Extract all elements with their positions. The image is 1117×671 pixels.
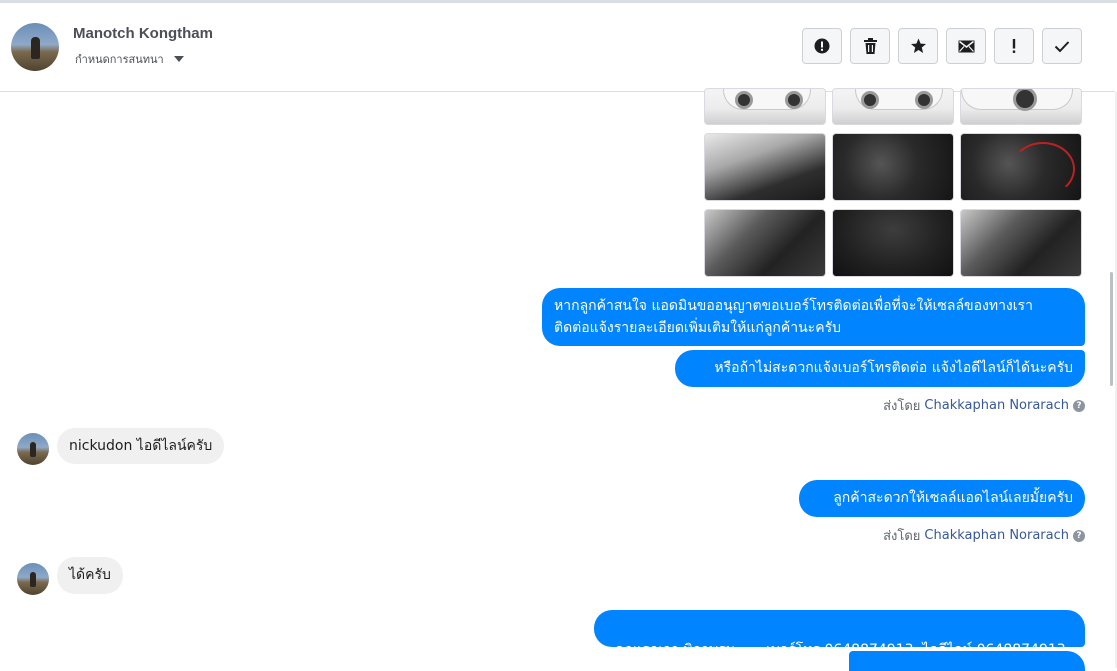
car-photo-thumbnail[interactable] [960,88,1082,125]
car-photo-thumbnail[interactable] [704,209,826,277]
incoming-message-bubble[interactable]: ได้ครับ [57,557,123,594]
car-photo-thumbnail[interactable] [832,133,954,201]
outgoing-message-bubble[interactable]: หากลูกค้าสนใจ แอดมินขออนุญาตขอเบอร์โทรติ… [542,288,1085,346]
spam-button[interactable] [802,28,842,64]
exclamation-icon [1012,39,1016,53]
sent-by-prefix: ส่งโดย [883,529,921,544]
message-text: ลูกค้าสะดวกให้เซลล์แอดไลน์เลยมั้ยครับ [833,490,1073,506]
message-text: ได้ครับ [69,567,111,583]
sent-by-agent-link[interactable]: Chakkaphan Norarach [924,398,1069,413]
contact-name[interactable]: Manotch Kongtham [73,25,213,42]
incoming-message-bubble[interactable]: nickudon ไอดีไลน์ครับ [57,428,225,464]
message-text: หรือถ้าไม่สะดวกแจ้งเบอร์โทรติดต่อ แจ้งไอ… [714,360,1073,376]
contact-avatar-small[interactable] [17,563,49,595]
trash-icon [863,38,877,54]
car-photo-thumbnail[interactable] [960,209,1082,277]
help-icon[interactable]: ? [1073,529,1085,542]
outgoing-message-bubble[interactable]: คุณเรณุกา พิลาพรม เบอร์โทร 0648874913 ไอ… [594,610,1085,658]
outgoing-message-bubble[interactable]: ลูกค้าสะดวกให้เซลล์แอดไลน์เลยมั้ยครับ [799,480,1085,517]
message-line: หากลูกค้าสนใจ แอดมินขออนุญาตขอเบอร์โทรติ… [554,298,1033,314]
outgoing-message-bubble[interactable]: หรือถ้าไม่สะดวกแจ้งเบอร์โทรติดต่อ แจ้งไอ… [675,350,1085,387]
car-photo-thumbnail[interactable] [832,88,954,125]
checkmark-icon [1054,40,1070,52]
car-photo-thumbnail[interactable] [832,209,954,277]
assign-conversation-label: กำหนดการสนทนา [75,53,164,66]
sent-by-prefix: ส่งโดย [883,399,921,414]
car-photo-thumbnail[interactable] [960,133,1082,201]
delete-button[interactable] [850,28,890,64]
scrollbar-thumb[interactable] [1110,272,1113,386]
message-line: ติดต่อแจ้งรายละเอียดเพิ่มเติมให้แก่ลูกค้… [554,320,841,336]
contact-avatar[interactable] [11,23,59,71]
alert-circle-icon [814,38,830,54]
conversation-header: Manotch Kongtham กำหนดการสนทนา [0,3,1115,92]
caret-down-icon [173,56,184,62]
car-photo-thumbnail[interactable] [704,133,826,201]
sent-by-label: ส่งโดย Chakkaphan Norarach ? [883,395,1085,416]
sent-by-label: ส่งโดย Chakkaphan Norarach ? [883,525,1085,546]
star-icon [910,38,926,53]
mark-done-button[interactable] [1042,28,1082,64]
contact-avatar-small[interactable] [17,433,49,465]
help-icon[interactable]: ? [1073,399,1085,412]
follow-up-button[interactable] [898,28,938,64]
mark-unread-button[interactable] [946,28,986,64]
car-photo-thumbnail[interactable] [704,88,826,125]
assign-conversation-dropdown[interactable]: กำหนดการสนทนา [75,50,184,68]
report-button[interactable] [994,28,1034,64]
message-text: nickudon ไอดีไลน์ครับ [69,438,213,454]
outgoing-message-bubble-partial[interactable] [849,651,1085,671]
sent-by-agent-link[interactable]: Chakkaphan Norarach [924,528,1069,543]
envelope-icon [958,40,974,52]
